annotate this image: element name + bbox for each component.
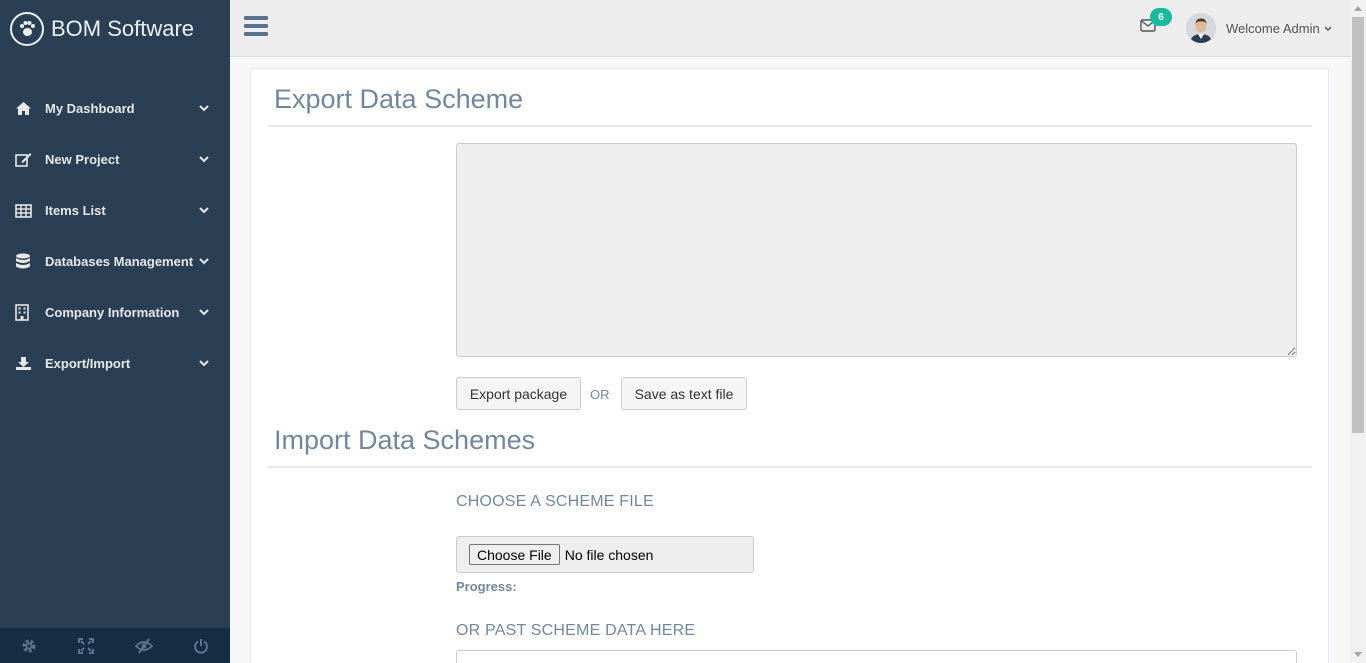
paste-label: OR PAST SCHEME DATA HERE: [456, 622, 696, 639]
sidebar-menu: My Dashboard New Project Items List Data…: [0, 83, 230, 389]
main-panel: Export Data Scheme Export package OR Sav…: [250, 68, 1329, 663]
top-nav: 6 Welcome Admin: [230, 0, 1350, 57]
sidebar-item-label: Export/Import: [45, 356, 131, 371]
edit-icon: [15, 152, 45, 167]
sidebar-item-dashboard[interactable]: My Dashboard: [0, 83, 230, 134]
progress-label: Progress:: [456, 579, 517, 594]
building-icon: [15, 304, 45, 321]
chevron-down-icon: [198, 207, 210, 214]
chevron-down-icon: [1324, 19, 1332, 37]
scroll-thumb[interactable]: [1352, 17, 1364, 433]
page-scrollbar[interactable]: [1350, 0, 1366, 663]
file-status: No file chosen: [564, 546, 654, 563]
avatar: [1186, 13, 1216, 43]
sidebar-item-databases[interactable]: Databases Management: [0, 236, 230, 287]
file-input[interactable]: Choose File No file chosen: [456, 536, 754, 573]
sidebar-footer: [0, 628, 230, 663]
mail-count-badge: 6: [1150, 8, 1172, 26]
divider: [268, 466, 1312, 468]
chevron-down-icon: [198, 360, 210, 367]
sidebar-item-export-import[interactable]: Export/Import: [0, 338, 230, 389]
sidebar-item-new-project[interactable]: New Project: [0, 134, 230, 185]
sidebar: BOM Software My Dashboard New Project It…: [0, 0, 230, 663]
menu-toggle-icon[interactable]: [244, 16, 268, 38]
save-text-file-button[interactable]: Save as text file: [621, 377, 747, 410]
welcome-text: Welcome Admin: [1226, 20, 1320, 36]
user-menu[interactable]: Welcome Admin: [1186, 13, 1332, 43]
eye-slash-icon[interactable]: [115, 628, 173, 663]
download-icon: [15, 356, 45, 371]
fullscreen-icon[interactable]: [58, 628, 116, 663]
choose-file-button[interactable]: Choose File: [469, 544, 560, 565]
import-title: Import Data Schemes: [274, 425, 536, 455]
or-text: OR: [590, 387, 610, 402]
chevron-down-icon: [198, 156, 210, 163]
home-icon: [15, 101, 45, 116]
sidebar-item-label: My Dashboard: [45, 101, 135, 116]
sidebar-item-items-list[interactable]: Items List: [0, 185, 230, 236]
app-title: BOM Software: [51, 15, 195, 41]
sidebar-item-label: Databases Management: [45, 254, 194, 269]
power-icon[interactable]: [173, 628, 231, 663]
brand[interactable]: BOM Software: [0, 0, 230, 57]
export-package-button[interactable]: Export package: [456, 377, 581, 410]
sidebar-item-label: Company Information: [45, 305, 180, 320]
sidebar-item-label: New Project: [45, 152, 120, 167]
scroll-down-icon[interactable]: [1354, 652, 1362, 657]
paw-icon: [10, 11, 44, 46]
database-icon: [15, 253, 45, 270]
export-scheme-textarea[interactable]: [456, 143, 1297, 357]
paste-scheme-textarea[interactable]: [456, 650, 1297, 663]
chevron-down-icon: [198, 258, 210, 265]
sidebar-item-company-info[interactable]: Company Information: [0, 287, 230, 338]
export-title: Export Data Scheme: [274, 84, 524, 114]
chevron-down-icon: [198, 105, 210, 112]
sidebar-item-label: Items List: [45, 203, 106, 218]
scroll-up-icon[interactable]: [1354, 6, 1362, 11]
chevron-down-icon: [198, 309, 210, 316]
table-icon: [15, 203, 45, 218]
settings-icon[interactable]: [0, 628, 58, 663]
divider: [268, 125, 1312, 127]
choose-file-label: CHOOSE A SCHEME FILE: [456, 493, 654, 510]
